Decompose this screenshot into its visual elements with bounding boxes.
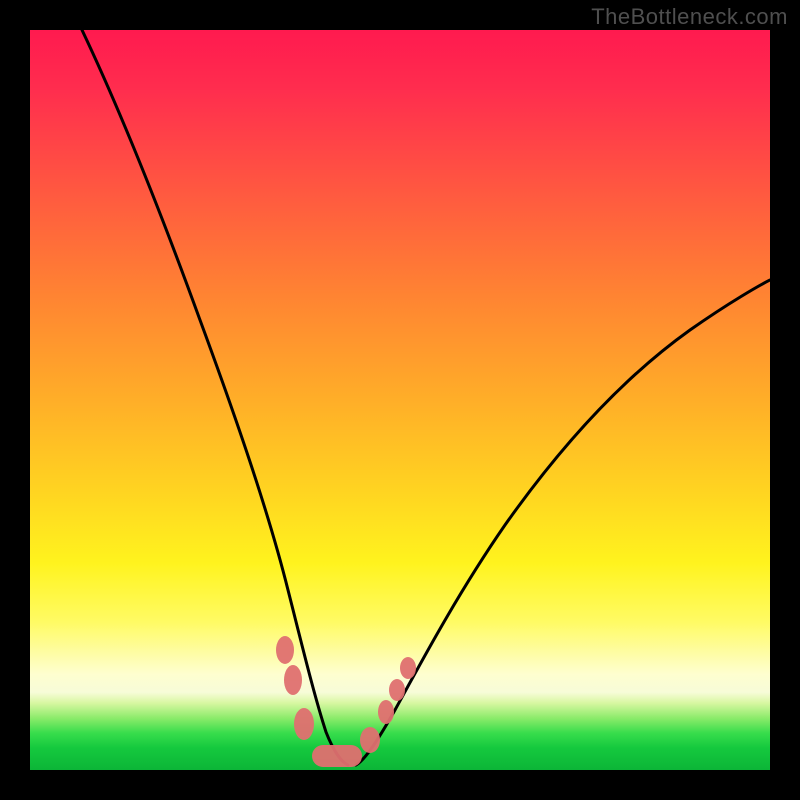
plot-area xyxy=(30,30,770,770)
chart-frame: TheBottleneck.com xyxy=(0,0,800,800)
watermark-text: TheBottleneck.com xyxy=(591,4,788,30)
trough-blob xyxy=(276,636,294,664)
trough-blob-group xyxy=(276,636,416,767)
trough-blob xyxy=(360,727,380,753)
trough-blob xyxy=(294,708,314,740)
trough-blob xyxy=(284,665,302,695)
trough-blob xyxy=(389,679,405,701)
trough-blob xyxy=(400,657,416,679)
trough-blob xyxy=(312,745,362,767)
trough-blob xyxy=(378,700,394,724)
trough-markers-layer xyxy=(30,30,770,770)
